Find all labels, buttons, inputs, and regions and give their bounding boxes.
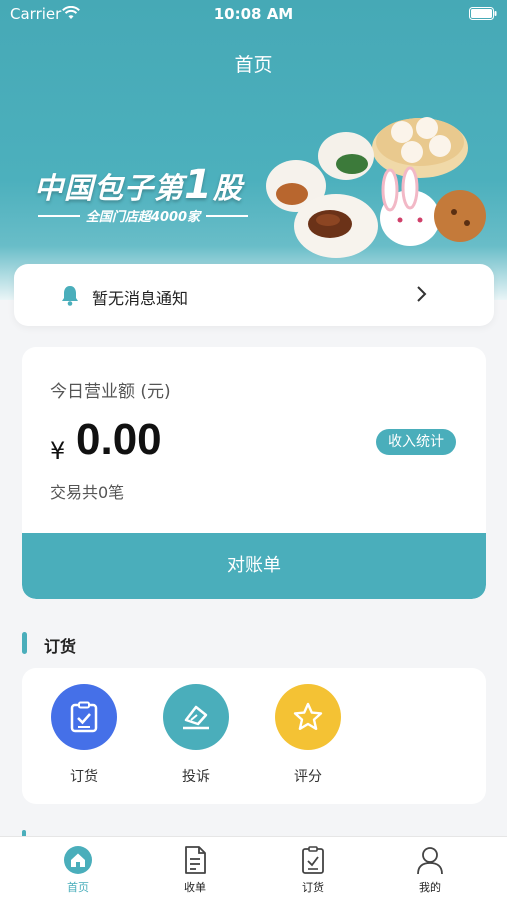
steamed-buns-illustration bbox=[266, 117, 486, 258]
tab-label: 收单 bbox=[184, 881, 206, 894]
banner-subline-text: 全国门店超4000家 bbox=[85, 210, 201, 225]
quick-actions-card: 订货 投诉 评分 bbox=[22, 668, 486, 804]
bell-icon bbox=[62, 286, 78, 306]
banner-headline-number: 1 bbox=[184, 162, 213, 208]
status-time: 10:08 AM bbox=[213, 5, 294, 23]
revenue-label: 今日营业额 (元) bbox=[50, 382, 171, 402]
notification-bar[interactable]: 暂无消息通知 bbox=[14, 264, 494, 326]
tab-label: 我的 bbox=[419, 881, 441, 894]
tab-bar: 首页 收单 订货 我的 bbox=[0, 836, 507, 900]
quick-action-label: 评分 bbox=[294, 769, 322, 785]
section-marker bbox=[22, 632, 27, 654]
quick-action-order[interactable]: 订货 bbox=[44, 684, 124, 786]
transaction-count: 交易共0笔 bbox=[50, 483, 125, 502]
divider bbox=[38, 214, 80, 217]
banner-headline-text: 中国包子第 bbox=[34, 171, 185, 205]
statement-button[interactable]: 对账单 bbox=[22, 533, 486, 599]
complaint-icon bbox=[183, 705, 209, 730]
home-icon bbox=[64, 846, 92, 874]
divider bbox=[206, 214, 248, 217]
banner-headline-suffix: 股 bbox=[212, 171, 243, 205]
quick-action-label: 订货 bbox=[70, 769, 98, 785]
revenue-card: 今日营业额 (元) ¥ 0.00 收入统计 交易共0笔 对账单 bbox=[22, 347, 486, 599]
document-icon bbox=[185, 846, 206, 874]
revenue-amount: 0.00 bbox=[76, 415, 162, 464]
income-stats-button[interactable]: 收入统计 bbox=[376, 429, 456, 455]
tab-label: 订货 bbox=[302, 881, 324, 894]
quick-action-complaint[interactable]: 投诉 bbox=[156, 684, 236, 786]
tab-profile[interactable]: 我的 bbox=[390, 845, 470, 895]
currency-symbol: ¥ bbox=[50, 437, 66, 465]
tab-label: 首页 bbox=[67, 881, 89, 894]
star-icon bbox=[293, 702, 323, 730]
quick-action-label: 投诉 bbox=[182, 769, 210, 785]
clipboard-check-icon bbox=[302, 846, 324, 874]
tab-receipts[interactable]: 收单 bbox=[155, 845, 235, 895]
rating-icon-circle bbox=[275, 684, 341, 750]
tab-home[interactable]: 首页 bbox=[38, 845, 118, 895]
user-icon bbox=[417, 847, 443, 875]
status-bar: Carrier 10:08 AM bbox=[0, 0, 507, 28]
banner-subline: 全国门店超4000家 bbox=[38, 206, 248, 225]
battery-icon bbox=[469, 7, 497, 20]
clipboard-check-icon bbox=[70, 701, 98, 733]
header-banner: Carrier 10:08 AM 首页 中国包子第1股 全国门店超4000家 bbox=[0, 0, 507, 300]
section-title-ordering: 订货 bbox=[44, 637, 77, 656]
notification-text: 暂无消息通知 bbox=[92, 289, 189, 308]
quick-action-rating[interactable]: 评分 bbox=[268, 684, 348, 786]
page-title: 首页 bbox=[234, 54, 273, 76]
banner-headline: 中国包子第1股 bbox=[34, 162, 243, 208]
tab-ordering[interactable]: 订货 bbox=[273, 845, 353, 895]
complaint-icon-circle bbox=[163, 684, 229, 750]
order-icon-circle bbox=[51, 684, 117, 750]
chevron-right-icon bbox=[417, 286, 427, 302]
